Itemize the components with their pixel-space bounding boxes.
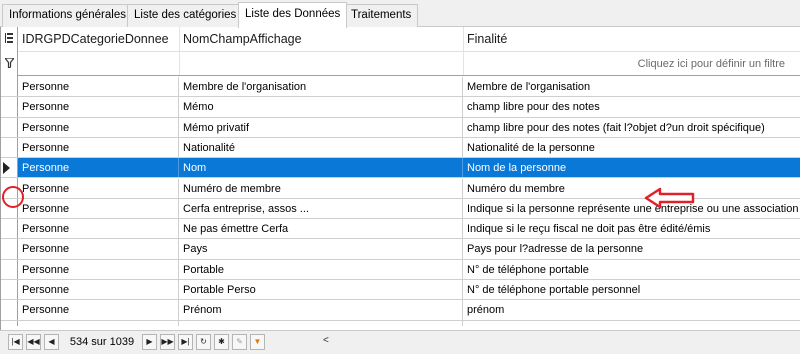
table-cell[interactable]: Numéro de membre xyxy=(179,178,463,198)
table-cell[interactable]: Personne xyxy=(18,259,179,279)
table-cell[interactable]: Mémo privatif xyxy=(179,117,463,137)
row-indicator[interactable] xyxy=(1,320,18,326)
table-cell[interactable]: Indique si le reçu fiscal ne doit pas êt… xyxy=(463,219,800,238)
previous-record-icon[interactable]: ◀ xyxy=(44,334,59,350)
row-indicator[interactable] xyxy=(1,97,18,117)
table-cell[interactable]: Membre de l'organisation xyxy=(463,77,800,96)
table-cell[interactable]: Personne xyxy=(18,97,179,117)
table-cell[interactable]: Personne xyxy=(18,320,179,326)
current-row-marker-icon xyxy=(3,162,10,175)
table-cell[interactable]: Cerfa entreprise, assos ... xyxy=(179,198,463,219)
filter-icon[interactable] xyxy=(3,57,16,69)
first-record-icon[interactable]: |◀ xyxy=(8,334,23,350)
table-cell[interactable]: Profession de la personne : texte libre,… xyxy=(463,321,800,326)
data-grid: IDRGPDCategorieDonnee NomChampAffichage … xyxy=(0,27,800,354)
table-row[interactable]: Personne Prénom prénom xyxy=(1,300,800,321)
column-header-id[interactable]: IDRGPDCategorieDonnee xyxy=(18,27,179,52)
table-row[interactable]: PersonneProfessionProfession de la perso… xyxy=(1,320,800,326)
filter-apply-icon[interactable]: ▼ xyxy=(250,334,265,350)
table-cell[interactable]: Indique si la personne représente une en… xyxy=(463,199,800,218)
table-cell[interactable]: Personne xyxy=(18,198,179,219)
record-position: 534 sur 1039 xyxy=(69,336,135,348)
column-chooser-icon[interactable] xyxy=(4,33,15,44)
row-indicator[interactable] xyxy=(1,77,18,97)
next-record-icon[interactable]: ▶ xyxy=(142,334,157,350)
table-cell[interactable]: Personne xyxy=(18,239,179,259)
table-cell[interactable]: Personne xyxy=(18,219,179,239)
table-row[interactable]: Personne Ne pas émettre Cerfa Indique si l… xyxy=(1,219,800,240)
table-cell[interactable]: Personne xyxy=(18,280,179,300)
filter-row[interactable]: Cliquez ici pour définir un filtre xyxy=(1,52,800,76)
scroll-left-icon[interactable]: < xyxy=(323,335,329,346)
row-indicator[interactable] xyxy=(1,158,18,178)
next-page-icon[interactable]: ▶▶ xyxy=(160,334,175,350)
tab-liste-categories[interactable]: Liste des catégories xyxy=(127,4,244,27)
edit-record-icon[interactable]: ✎ xyxy=(232,334,247,350)
table-cell[interactable]: Personne xyxy=(18,300,179,320)
horizontal-scrollbar[interactable] xyxy=(338,336,793,348)
table-row[interactable]: Personne Mémo champ libre pour des notes xyxy=(1,97,800,118)
table-cell[interactable]: Nationalité de la personne xyxy=(463,138,800,157)
table-cell[interactable]: Portable Perso xyxy=(179,280,463,300)
row-indicator[interactable] xyxy=(1,280,18,300)
column-header-finalite[interactable]: Finalité xyxy=(463,27,800,52)
refresh-icon[interactable]: ↻ xyxy=(196,334,211,350)
previous-page-icon[interactable]: ◀◀ xyxy=(26,334,41,350)
table-cell[interactable]: Profession xyxy=(179,320,463,326)
table-row[interactable]: Personne Portable N° de téléphone portable xyxy=(1,259,800,280)
table-cell[interactable]: Nom de la personne xyxy=(463,158,800,177)
row-indicator[interactable] xyxy=(1,117,18,137)
table-cell[interactable]: N° de téléphone portable xyxy=(463,260,800,279)
table-cell[interactable]: Personne xyxy=(18,137,179,158)
table-cell[interactable]: Pays xyxy=(179,239,463,259)
tab-bar: Informations générales Liste des catégor… xyxy=(0,0,800,28)
record-navigator: |◀ ◀◀ ◀ 534 sur 1039 ▶ ▶▶ ▶| ↻ ✱ ✎ ▼ < xyxy=(0,330,800,354)
table-cell[interactable]: prénom xyxy=(463,300,800,319)
table-row[interactable]: Personne Pays Pays pour l?adresse de la pe… xyxy=(1,239,800,260)
table-cell[interactable]: Pays pour l?adresse de la personne xyxy=(463,239,800,258)
row-indicator[interactable] xyxy=(1,259,18,279)
table-cell[interactable]: Nom xyxy=(179,158,463,178)
table-row[interactable]: Personne Nationalité Nationalité de la per… xyxy=(1,137,800,159)
table-row[interactable]: Personne Portable Perso N° de téléphone po… xyxy=(1,280,800,301)
table-row[interactable]: Personne Mémo privatif champ libre pour de… xyxy=(1,117,800,138)
filter-hint[interactable]: Cliquez ici pour définir un filtre xyxy=(638,55,785,73)
tab-informations-generales[interactable]: Informations générales xyxy=(2,4,133,27)
table-row[interactable]: Personne Nom Nom de la personne xyxy=(1,158,800,179)
tab-liste-donnees[interactable]: Liste des Données xyxy=(238,2,348,28)
table-cell[interactable]: Numéro du membre xyxy=(463,179,800,198)
row-indicator[interactable] xyxy=(1,239,18,259)
table-cell[interactable]: N° de téléphone portable personnel xyxy=(463,280,800,299)
table-cell[interactable]: Personne xyxy=(18,158,179,178)
table-cell[interactable]: Ne pas émettre Cerfa xyxy=(179,219,463,239)
table-cell[interactable]: Prénom xyxy=(179,300,463,320)
grid-header: IDRGPDCategorieDonnee NomChampAffichage … xyxy=(1,27,800,52)
table-cell[interactable]: Mémo xyxy=(179,97,463,117)
row-indicator[interactable] xyxy=(1,137,18,158)
table-cell[interactable]: Nationalité xyxy=(179,137,463,158)
annotation-circle xyxy=(2,186,24,208)
table-row[interactable]: Personne Membre de l'organisation Membre d… xyxy=(1,77,800,98)
table-cell[interactable]: champ libre pour des notes xyxy=(463,97,800,116)
annotation-arrow-icon xyxy=(644,187,695,209)
row-indicator[interactable] xyxy=(1,219,18,239)
table-cell[interactable]: Personne xyxy=(18,117,179,137)
column-header-nomchamp[interactable]: NomChampAffichage xyxy=(179,27,463,52)
row-indicator[interactable] xyxy=(1,300,18,320)
new-record-icon[interactable]: ✱ xyxy=(214,334,229,350)
table-cell[interactable]: Portable xyxy=(179,259,463,279)
table-cell[interactable]: Membre de l'organisation xyxy=(179,77,463,97)
tab-traitements[interactable]: Traitements xyxy=(344,4,419,27)
table-cell[interactable]: champ libre pour des notes (fait l?objet… xyxy=(463,118,800,137)
last-record-icon[interactable]: ▶| xyxy=(178,334,193,350)
table-cell[interactable]: Personne xyxy=(18,77,179,97)
table-cell[interactable]: Personne xyxy=(18,178,179,198)
